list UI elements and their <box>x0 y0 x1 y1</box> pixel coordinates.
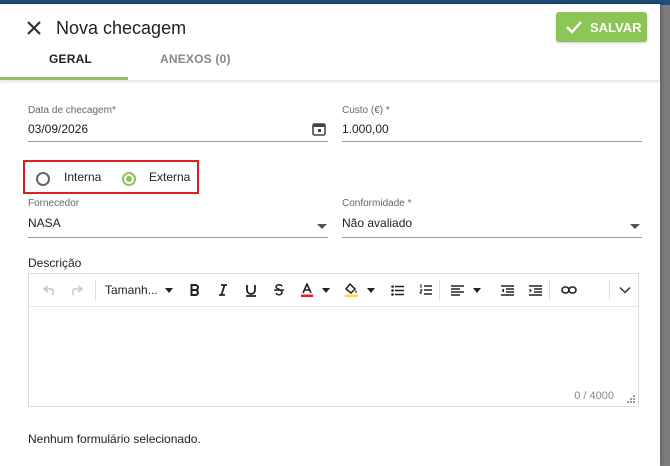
tab-anexos[interactable]: ANEXOS (0) <box>160 52 231 66</box>
radio-interna-label[interactable]: Interna <box>64 170 101 184</box>
align-dropdown[interactable] <box>471 280 483 300</box>
indent-button[interactable] <box>527 280 543 300</box>
numbered-list-icon <box>418 284 432 295</box>
link-icon <box>561 286 577 294</box>
highlight-dropdown[interactable] <box>365 280 377 300</box>
align-left-icon <box>450 284 464 296</box>
highlight-icon <box>344 283 358 297</box>
chevron-down-icon <box>322 287 330 293</box>
underline-button[interactable] <box>243 280 259 300</box>
underline-icon <box>246 284 256 297</box>
bold-button[interactable] <box>187 280 203 300</box>
outdent-button[interactable] <box>499 280 515 300</box>
description-editor[interactable]: Tamanh... 0 / 4000 <box>28 273 639 407</box>
bullet-list-button[interactable] <box>389 280 405 300</box>
close-icon <box>27 21 41 35</box>
save-button-label: SALVAR <box>590 19 642 35</box>
toolbar-separator <box>549 280 550 300</box>
undo-icon <box>43 285 55 296</box>
more-tools-button[interactable] <box>617 280 633 300</box>
tab-geral[interactable]: GERAL <box>49 52 92 66</box>
conformity-select[interactable]: Não avaliado <box>342 216 412 230</box>
bullet-list-icon <box>390 284 404 296</box>
link-button[interactable] <box>559 280 579 300</box>
outdent-icon <box>500 284 514 296</box>
align-button[interactable] <box>449 280 465 300</box>
toolbar-separator <box>439 280 440 300</box>
chevron-down-icon <box>473 287 481 293</box>
date-field[interactable]: 03/09/2026 <box>28 122 88 136</box>
conformity-underline <box>342 237 642 238</box>
toolbar-separator <box>609 280 610 300</box>
redo-icon <box>71 285 83 296</box>
chevron-down-icon <box>165 287 173 293</box>
supplier-field-label: Fornecedor <box>28 198 80 209</box>
radio-externa-label[interactable]: Externa <box>149 170 190 184</box>
strikethrough-button[interactable] <box>271 280 287 300</box>
undo-button[interactable] <box>41 280 59 300</box>
radio-interna[interactable] <box>36 172 50 186</box>
dialog-title: Nova checagem <box>56 18 187 38</box>
italic-button[interactable] <box>215 280 231 300</box>
indent-icon <box>528 284 542 296</box>
font-color-icon <box>301 283 313 297</box>
font-size-dropdown[interactable] <box>163 280 175 300</box>
numbered-list-button[interactable] <box>417 280 433 300</box>
cost-field-label: Custo (€) * <box>342 105 390 116</box>
font-color-dropdown[interactable] <box>320 280 332 300</box>
resize-handle-icon[interactable] <box>627 395 635 403</box>
cost-field-underline <box>342 141 642 142</box>
cost-field[interactable]: 1.000,00 <box>342 122 389 136</box>
date-field-label: Data de checagem* <box>28 105 116 116</box>
radio-externa[interactable] <box>122 172 136 186</box>
supplier-select[interactable]: NASA <box>28 216 61 230</box>
italic-icon <box>219 284 227 296</box>
calendar-icon[interactable] <box>312 122 326 136</box>
editor-toolbar: Tamanh... <box>29 274 638 307</box>
more-chevron-icon <box>619 286 631 294</box>
font-color-button[interactable] <box>299 280 315 300</box>
save-button[interactable]: SALVAR <box>556 12 647 42</box>
no-form-selected-note: Nenhum formulário selecionado. <box>28 432 201 446</box>
character-counter: 0 / 4000 <box>574 390 614 402</box>
description-label: Descrição <box>28 256 82 270</box>
dialog-header: Nova checagem SALVAR GERAL ANEXOS (0) <box>0 4 660 80</box>
highlight-button[interactable] <box>343 280 359 300</box>
conformity-dropdown-icon[interactable] <box>630 224 640 229</box>
new-check-dialog: Nova checagem SALVAR GERAL ANEXOS (0) Da… <box>0 4 660 466</box>
active-tab-indicator <box>0 77 128 80</box>
conformity-field-label: Conformidade * <box>342 198 412 209</box>
supplier-underline <box>28 237 328 238</box>
close-button[interactable] <box>22 16 46 40</box>
check-icon <box>566 21 582 34</box>
chevron-down-icon <box>367 287 375 293</box>
bold-icon <box>190 284 199 296</box>
date-field-underline <box>28 141 328 142</box>
supplier-dropdown-icon[interactable] <box>317 224 327 229</box>
redo-button[interactable] <box>67 280 85 300</box>
strikethrough-icon <box>274 284 284 296</box>
toolbar-separator <box>95 280 96 300</box>
